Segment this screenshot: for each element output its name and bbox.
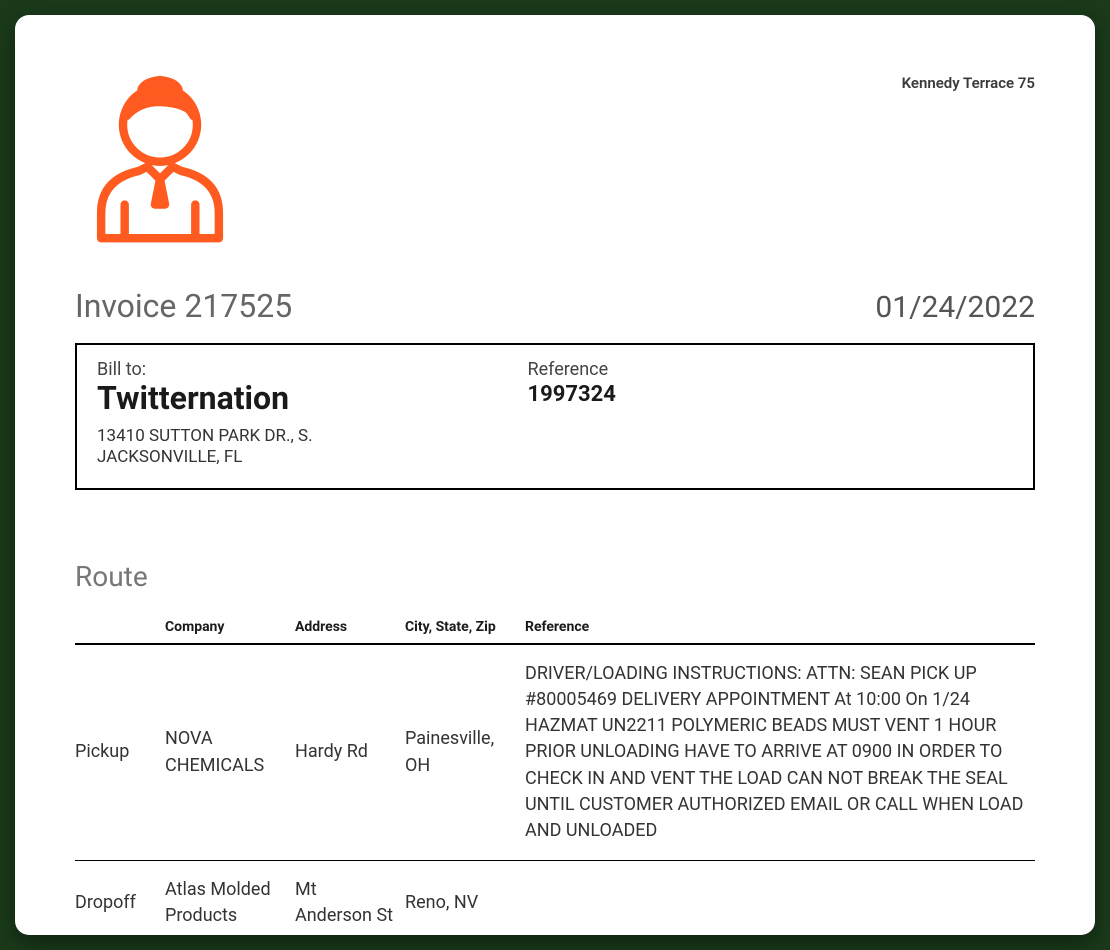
bill-to-box: Bill to: Twitternation 13410 SUTTON PARK… — [75, 343, 1035, 490]
route-section-title: Route — [75, 560, 1035, 593]
invoice-number: Invoice 217525 — [75, 287, 292, 325]
person-icon — [75, 70, 245, 255]
bill-to-address-line2: JACKSONVILLE, FL — [97, 447, 242, 467]
route-company: Atlas Molded Products — [165, 860, 295, 935]
company-address: Kennedy Terrace 75 — [902, 70, 1035, 92]
route-reference — [525, 860, 1035, 935]
company-logo — [75, 70, 245, 255]
bill-to-right: Reference 1997324 — [528, 359, 1013, 468]
bill-to-left: Bill to: Twitternation 13410 SUTTON PARK… — [97, 359, 528, 468]
document-header: Kennedy Terrace 75 — [75, 70, 1035, 255]
invoice-date: 01/24/2022 — [875, 290, 1035, 325]
reference-label: Reference — [528, 359, 1013, 380]
table-row: Dropoff Atlas Molded Products Mt Anderso… — [75, 860, 1035, 935]
route-type: Dropoff — [75, 860, 165, 935]
route-reference: DRIVER/LOADING INSTRUCTIONS: ATTN: SEAN … — [525, 644, 1035, 860]
bill-to-label: Bill to: — [97, 359, 528, 380]
route-city: Painesville, OH — [405, 644, 525, 860]
route-company: NOVA CHEMICALS — [165, 644, 295, 860]
invoice-document: Kennedy Terrace 75 Invoice 217525 01/24/… — [15, 15, 1095, 935]
route-city: Reno, NV — [405, 860, 525, 935]
route-col-city: City, State, Zip — [405, 613, 525, 644]
route-table: Company Address City, State, Zip Referen… — [75, 613, 1035, 935]
bill-to-address: 13410 SUTTON PARK DR., S. JACKSONVILLE, … — [97, 426, 528, 469]
route-address: Mt Anderson St — [295, 860, 405, 935]
route-col-type — [75, 613, 165, 644]
table-row: Pickup NOVA CHEMICALS Hardy Rd Painesvil… — [75, 644, 1035, 860]
route-col-company: Company — [165, 613, 295, 644]
route-type: Pickup — [75, 644, 165, 860]
invoice-title-row: Invoice 217525 01/24/2022 — [75, 287, 1035, 325]
route-col-reference: Reference — [525, 613, 1035, 644]
reference-value: 1997324 — [528, 382, 1013, 407]
bill-to-address-line1: 13410 SUTTON PARK DR., S. — [97, 426, 313, 446]
route-col-address: Address — [295, 613, 405, 644]
bill-to-company: Twitternation — [97, 382, 528, 416]
route-table-header-row: Company Address City, State, Zip Referen… — [75, 613, 1035, 644]
route-address: Hardy Rd — [295, 644, 405, 860]
